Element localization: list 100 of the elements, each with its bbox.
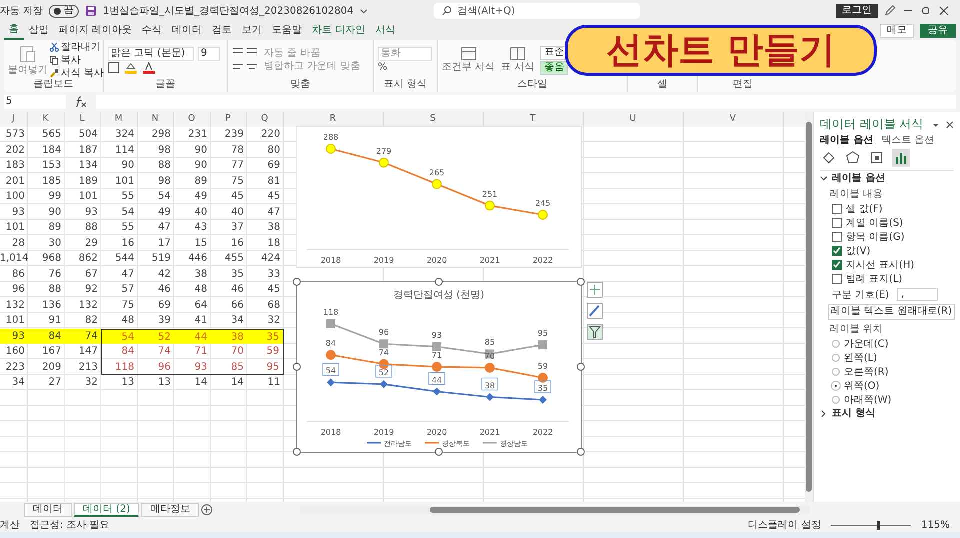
checkbox[interactable] [832,232,842,242]
label-selection-frame[interactable] [428,372,446,386]
style-normal[interactable]: 표준 [540,46,568,60]
axis-label: 2022 [532,256,554,265]
table-cell-text: 220 [260,128,282,142]
sheet-tab[interactable]: 데이터 [24,503,72,517]
copy-button[interactable]: 복사 [61,54,81,66]
resize-handle[interactable] [577,278,585,286]
section-header[interactable]: 표시 형식 [832,408,876,420]
accessibility-status[interactable]: 접근성: 조사 필요 [30,518,110,532]
memo-button[interactable]: 메모 [880,24,914,38]
zoom-slider-thumb[interactable] [876,520,880,530]
name-box[interactable]: 5 [4,95,66,109]
legend-line-icon [483,442,497,444]
checkbox[interactable] [832,274,842,284]
search-field[interactable]: 검색(Alt+Q) [434,3,640,19]
resize-handle[interactable] [293,278,301,286]
plus-icon[interactable] [587,282,603,298]
format-table-button[interactable]: 표 서식 [501,62,534,74]
pen-icon[interactable] [884,5,896,17]
file-name[interactable]: 1번실습파일_시도별_경력단절여성_20230826102804 [103,4,354,18]
axis-label: 2020 [426,256,448,265]
table-cell-text: 147 [78,345,99,359]
ribbon-tab[interactable]: 데이터 [167,22,208,40]
cut-button[interactable]: 잘라내기 [61,42,101,54]
sheet-tab[interactable]: 데이터 (2) [74,503,140,517]
table-cell-text: 153 [41,159,62,173]
filter-icon[interactable] [587,324,603,340]
table-cell: 84 [101,344,138,360]
chevron-right-icon[interactable] [820,410,828,418]
brush-icon[interactable] [587,303,603,319]
display-settings-button[interactable]: 디스플레이 설정 [748,518,822,532]
resize-handle[interactable] [293,363,301,371]
radio-button[interactable] [832,396,840,404]
format-painter-button[interactable]: 서식 복사 [61,68,104,80]
share-button[interactable]: 공유 [920,24,956,38]
ribbon-tab[interactable]: 보기 [237,22,268,40]
fill-color-icon[interactable] [124,62,138,74]
close-icon[interactable] [938,5,950,17]
ribbon-tab[interactable]: 차트 디자인 [307,22,370,40]
chevron-down-icon[interactable] [820,175,828,183]
checkbox[interactable] [832,246,842,256]
login-button[interactable]: 로그인 [836,4,878,18]
add-sheet-icon[interactable] [201,504,214,516]
ribbon-tab[interactable]: 삽입 [24,22,54,40]
sheet-tab[interactable]: 메타정보 [141,503,200,517]
label-selection-frame[interactable] [534,380,552,394]
close-icon[interactable] [946,120,954,128]
font-size-dropdown[interactable]: 9 [198,47,220,61]
reset-label-text-button[interactable]: 레이블 텍스트 원래대로(R) [828,304,956,320]
copy-icon[interactable] [50,56,59,65]
ribbon-tab[interactable]: 서식 [370,22,400,40]
label-selection-frame[interactable] [322,363,340,376]
line-chart[interactable]: 2018 2019 2020 2021 2022 288 279 265 251 245 [296,126,582,268]
percent-button[interactable]: % [378,62,433,74]
autosave-toggle[interactable]: 끔 [49,4,80,18]
table-icon[interactable] [510,47,526,61]
resize-handle[interactable] [435,448,443,456]
font-color-icon[interactable] [142,62,156,74]
resize-handle[interactable] [435,278,443,286]
label-selection-frame[interactable] [376,365,392,378]
function-icon[interactable] [74,96,88,108]
radio-button[interactable] [832,368,840,376]
conditional-format-button[interactable]: 조건부 서식 [442,62,496,74]
checkbox[interactable] [832,218,842,228]
zoom-level[interactable]: 115% [921,520,950,530]
radio-button[interactable] [832,354,840,362]
table-cell-text: 90 [194,159,208,173]
table-cell-text: 424 [260,252,282,266]
data-series[interactable] [327,378,547,404]
ribbon-tab[interactable]: 페이지 레이아웃 [54,22,138,40]
data-series[interactable] [326,350,548,384]
chevron-down-icon[interactable] [360,7,368,15]
save-icon[interactable] [85,5,98,17]
section-header[interactable]: 레이블 옵션 [832,173,886,185]
panel-tab[interactable]: 텍스트 옵션 [881,135,935,147]
font-name-dropdown[interactable]: 맑은 고딕 (본문) [108,47,194,61]
restore-icon[interactable] [920,5,932,17]
brush-icon[interactable] [50,69,59,78]
scissors-icon[interactable] [50,43,59,52]
ribbon-tab[interactable]: 검토 [207,22,238,40]
checkbox[interactable] [832,260,842,270]
border-icon[interactable] [108,62,120,74]
resize-handle[interactable] [293,448,301,456]
separator-dropdown[interactable]: , [897,288,938,301]
radio-button[interactable] [832,340,840,348]
style-good[interactable]: 좋음 [540,61,568,75]
ribbon-tab[interactable]: 도움말 [267,22,308,40]
resize-handle[interactable] [577,448,585,456]
paste-button[interactable]: 붙여넣기 [8,65,48,77]
horizontal-scrollbar[interactable] [300,506,810,514]
conditional-format-icon[interactable] [460,47,477,61]
label-selection-frame[interactable] [482,378,498,391]
table-cell-text: 55 [120,190,136,204]
bar-chart-icon[interactable] [892,149,910,167]
resize-handle[interactable] [577,363,585,371]
table-cell-text: 89 [48,221,62,235]
ribbon-tab[interactable]: 수식 [137,22,168,40]
checkbox[interactable] [832,204,842,214]
panel-tab[interactable]: 레이블 옵션 [820,135,874,147]
